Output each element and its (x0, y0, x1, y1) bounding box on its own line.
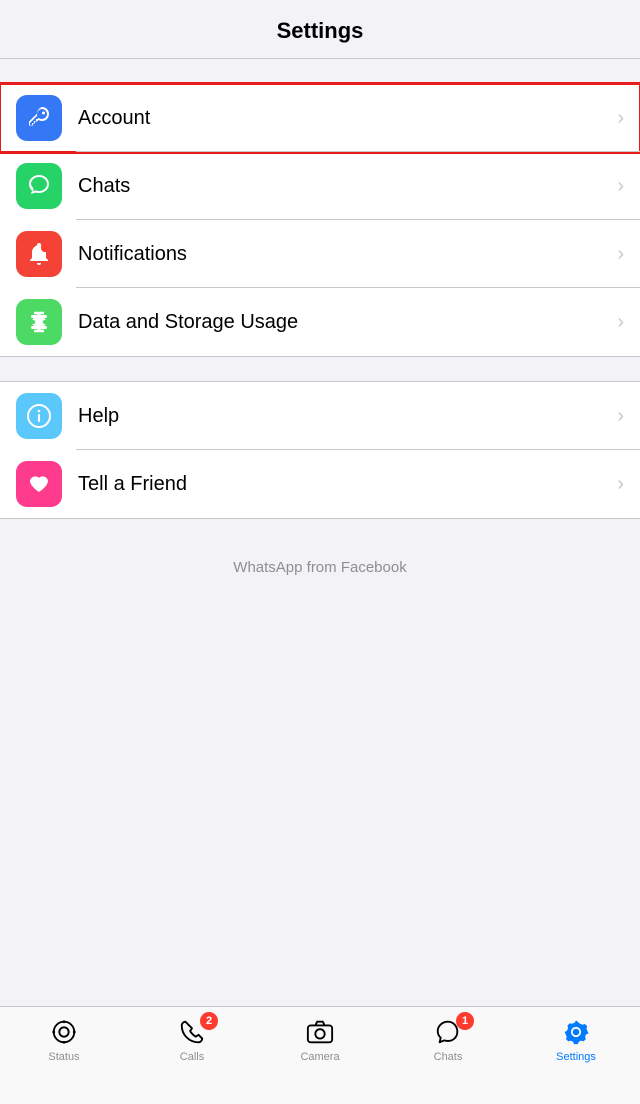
account-chevron: › (617, 107, 624, 130)
heart-icon (16, 461, 62, 507)
tell-friend-chevron: › (617, 473, 624, 496)
settings-group-group1: Account›Chats›Notifications›Data and Sto… (0, 83, 640, 357)
calls-badge: 2 (200, 1012, 218, 1030)
setting-row-account[interactable]: Account › (0, 84, 640, 152)
info-icon (16, 393, 62, 439)
data-chevron: › (617, 311, 624, 334)
tab-chats[interactable]: 1 Chats (384, 1017, 512, 1063)
calls-tab-icon: 2 (174, 1017, 210, 1047)
tab-calls[interactable]: 2 Calls (128, 1017, 256, 1063)
status-tab-label: Status (48, 1051, 79, 1063)
bell-icon (16, 231, 62, 277)
chats-badge: 1 (456, 1012, 474, 1030)
account-label: Account (78, 107, 609, 130)
notifications-label: Notifications (78, 243, 609, 266)
setting-row-data[interactable]: Data and Storage Usage › (0, 288, 640, 356)
setting-row-chats[interactable]: Chats › (0, 152, 640, 220)
setting-row-notifications[interactable]: Notifications › (0, 220, 640, 288)
settings-tab-label: Settings (556, 1051, 596, 1063)
calls-tab-label: Calls (180, 1051, 204, 1063)
help-chevron: › (617, 405, 624, 428)
chats-chevron: › (617, 175, 624, 198)
camera-tab-icon (302, 1017, 338, 1047)
tab-bar: Status 2 Calls Camera 1 Chats Settings (0, 1006, 640, 1104)
help-label: Help (78, 405, 609, 428)
tab-camera[interactable]: Camera (256, 1017, 384, 1063)
setting-row-help[interactable]: Help › (0, 382, 640, 450)
chats-label: Chats (78, 175, 609, 198)
settings-group-group2: Help › Tell a Friend › (0, 381, 640, 519)
settings-tab-icon (558, 1017, 594, 1047)
footer-text: WhatsApp from Facebook (0, 535, 640, 600)
tab-settings[interactable]: Settings (512, 1017, 640, 1063)
page-title: Settings (277, 18, 364, 43)
tell-friend-label: Tell a Friend (78, 473, 609, 496)
tab-status[interactable]: Status (0, 1017, 128, 1063)
data-icon (16, 299, 62, 345)
header: Settings (0, 0, 640, 59)
notifications-chevron: › (617, 243, 624, 266)
status-tab-icon (46, 1017, 82, 1047)
chats-tab-icon: 1 (430, 1017, 466, 1047)
chats-tab-label: Chats (434, 1051, 463, 1063)
camera-tab-label: Camera (300, 1051, 339, 1063)
data-label: Data and Storage Usage (78, 311, 609, 334)
key-icon (16, 95, 62, 141)
setting-row-tell-friend[interactable]: Tell a Friend › (0, 450, 640, 518)
chat-icon (16, 163, 62, 209)
